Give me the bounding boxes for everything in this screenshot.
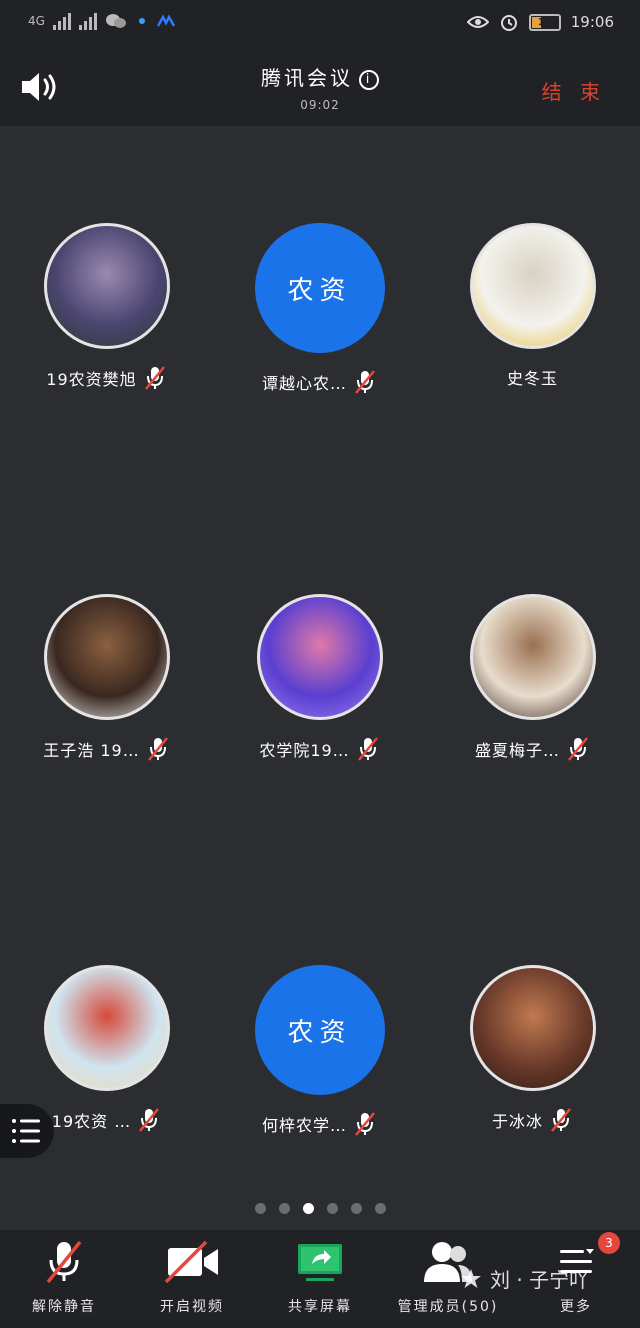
- unmute-button[interactable]: 解除静音: [0, 1230, 128, 1328]
- meeting-header: 腾讯会议 i 09:02 结 束: [0, 48, 640, 126]
- meeting-title-text: 腾讯会议: [261, 66, 353, 90]
- participant-name-row: 农学院19…: [213, 736, 426, 762]
- status-right: 17 19:06: [466, 12, 614, 32]
- mic-muted-icon: [139, 1108, 160, 1132]
- page-dot[interactable]: [350, 1203, 362, 1214]
- mic-muted-icon: [355, 1112, 375, 1136]
- info-icon[interactable]: i: [359, 69, 379, 90]
- share-screen-button[interactable]: 共享屏幕: [256, 1230, 384, 1328]
- participant-list-button[interactable]: [0, 1104, 54, 1158]
- start-video-label: 开启视频: [160, 1299, 224, 1315]
- participant-tile[interactable]: 农资何梓农学…: [213, 965, 426, 1137]
- participant-name-row: 盛夏梅子…: [426, 736, 639, 762]
- mic-muted-icon: [355, 370, 375, 394]
- share-screen-icon: [298, 1244, 342, 1281]
- start-video-button[interactable]: 开启视频: [128, 1230, 256, 1328]
- participant-name: 19农资樊旭: [46, 370, 137, 389]
- notification-badge: 3: [598, 1232, 620, 1254]
- participant-name: 盛夏梅子…: [474, 741, 560, 760]
- participant-tile[interactable]: 史冬玉: [426, 223, 639, 389]
- clock: 19:06: [570, 13, 614, 31]
- avatar: [469, 594, 596, 720]
- avatar-text: 农资: [254, 223, 385, 353]
- page-dot[interactable]: [254, 1203, 266, 1214]
- participant-tile[interactable]: 19农资樊旭: [0, 223, 213, 391]
- participant-name: 农学院19…: [259, 741, 350, 760]
- end-meeting-button[interactable]: 结 束: [542, 76, 606, 105]
- alarm-icon: [500, 15, 517, 31]
- participant-tile[interactable]: 农资谭越心农…: [213, 223, 426, 395]
- camera-off-icon: [164, 1240, 218, 1284]
- network-label: 4G: [28, 14, 45, 28]
- unmute-label: 解除静音: [32, 1299, 96, 1315]
- avatar: [256, 594, 383, 720]
- avatar: [43, 223, 170, 349]
- eye-icon: [466, 16, 489, 28]
- mic-muted-icon: [144, 366, 165, 390]
- list-icon: [12, 1119, 40, 1143]
- participant-name-row: 王子浩 19…: [0, 736, 213, 762]
- signal-icon: [78, 12, 97, 30]
- mic-muted-icon: [568, 737, 588, 761]
- participant-name: 谭越心农…: [261, 374, 347, 393]
- participant-name: 王子浩 19…: [43, 741, 140, 760]
- status-bar: 4G 17 19:06: [0, 0, 640, 48]
- more-label: 更多: [560, 1299, 592, 1315]
- watermark-star-icon: [461, 1268, 481, 1288]
- participant-name-row: 于冰冰: [426, 1107, 639, 1133]
- participant-tile[interactable]: 王子浩 19…: [0, 594, 213, 762]
- avatar: [469, 965, 596, 1091]
- participant-name-row: 何梓农学…: [213, 1111, 426, 1137]
- page-dot[interactable]: [374, 1203, 386, 1214]
- signal-icon: [52, 12, 71, 30]
- participant-name: 19农资 …: [51, 1112, 132, 1131]
- avatar: [469, 223, 596, 349]
- share-screen-label: 共享屏幕: [288, 1299, 352, 1315]
- avatar-text: 农资: [254, 965, 385, 1095]
- watermark-text: 刘 · 子宁吖: [490, 1268, 590, 1292]
- wave-icon: [156, 14, 175, 27]
- avatar: [43, 594, 170, 720]
- participant-name: 何梓农学…: [261, 1116, 347, 1135]
- watermark: 刘 · 子宁吖: [460, 1264, 589, 1293]
- manage-members-label: 管理成员(50): [397, 1299, 499, 1315]
- mic-muted-icon: [551, 1108, 571, 1132]
- page-dot[interactable]: [302, 1203, 314, 1214]
- participant-name-row: 19农资樊旭: [0, 365, 213, 391]
- page-indicator: [0, 1203, 640, 1214]
- participant-name-row: 谭越心农…: [213, 369, 426, 395]
- participant-name: 史冬玉: [506, 369, 558, 388]
- participant-tile[interactable]: 农学院19…: [213, 594, 426, 762]
- participant-tile[interactable]: 于冰冰: [426, 965, 639, 1133]
- mic-muted-icon: [147, 737, 168, 761]
- page-dot[interactable]: [278, 1203, 290, 1214]
- participant-tile[interactable]: 盛夏梅子…: [426, 594, 639, 762]
- status-left: 4G: [28, 12, 175, 30]
- participant-name: 于冰冰: [491, 1112, 543, 1131]
- mic-off-icon: [46, 1240, 82, 1284]
- wechat-icon: [105, 14, 126, 28]
- avatar: [43, 965, 170, 1091]
- participant-name-row: 史冬玉: [426, 365, 639, 389]
- mic-muted-icon: [357, 737, 378, 761]
- page-dot[interactable]: [326, 1203, 338, 1214]
- sparkle-icon: [138, 18, 145, 24]
- battery-icon: 17: [528, 13, 561, 31]
